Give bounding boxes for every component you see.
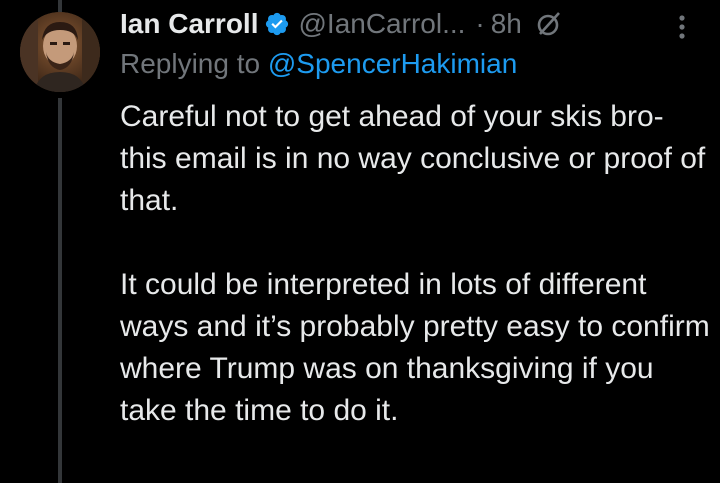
verified-badge-icon (264, 11, 290, 37)
avatar-image (20, 12, 100, 92)
grok-icon[interactable] (536, 11, 562, 37)
author-handle[interactable]: @IanCarrol... (298, 8, 465, 40)
replying-to-line: Replying to @SpencerHakimian (120, 48, 517, 80)
timestamp[interactable]: 8h (491, 8, 522, 40)
tweet-body: Careful not to get ahead of your skis br… (120, 96, 710, 432)
display-name[interactable]: Ian Carroll (120, 8, 258, 40)
tweet-header: Ian Carroll @IanCarrol... · 8h (120, 4, 562, 44)
avatar[interactable] (20, 12, 100, 92)
more-options-icon[interactable] (672, 12, 692, 42)
tweet-paragraph: It could be interpreted in lots of diffe… (120, 268, 710, 427)
replying-to-mention[interactable]: @SpencerHakimian (268, 48, 517, 79)
separator-dot: · (475, 8, 485, 39)
tweet-paragraph: Careful not to get ahead of your skis br… (120, 100, 706, 217)
thread-line-bottom (58, 98, 62, 483)
replying-to-label: Replying to (120, 48, 268, 79)
